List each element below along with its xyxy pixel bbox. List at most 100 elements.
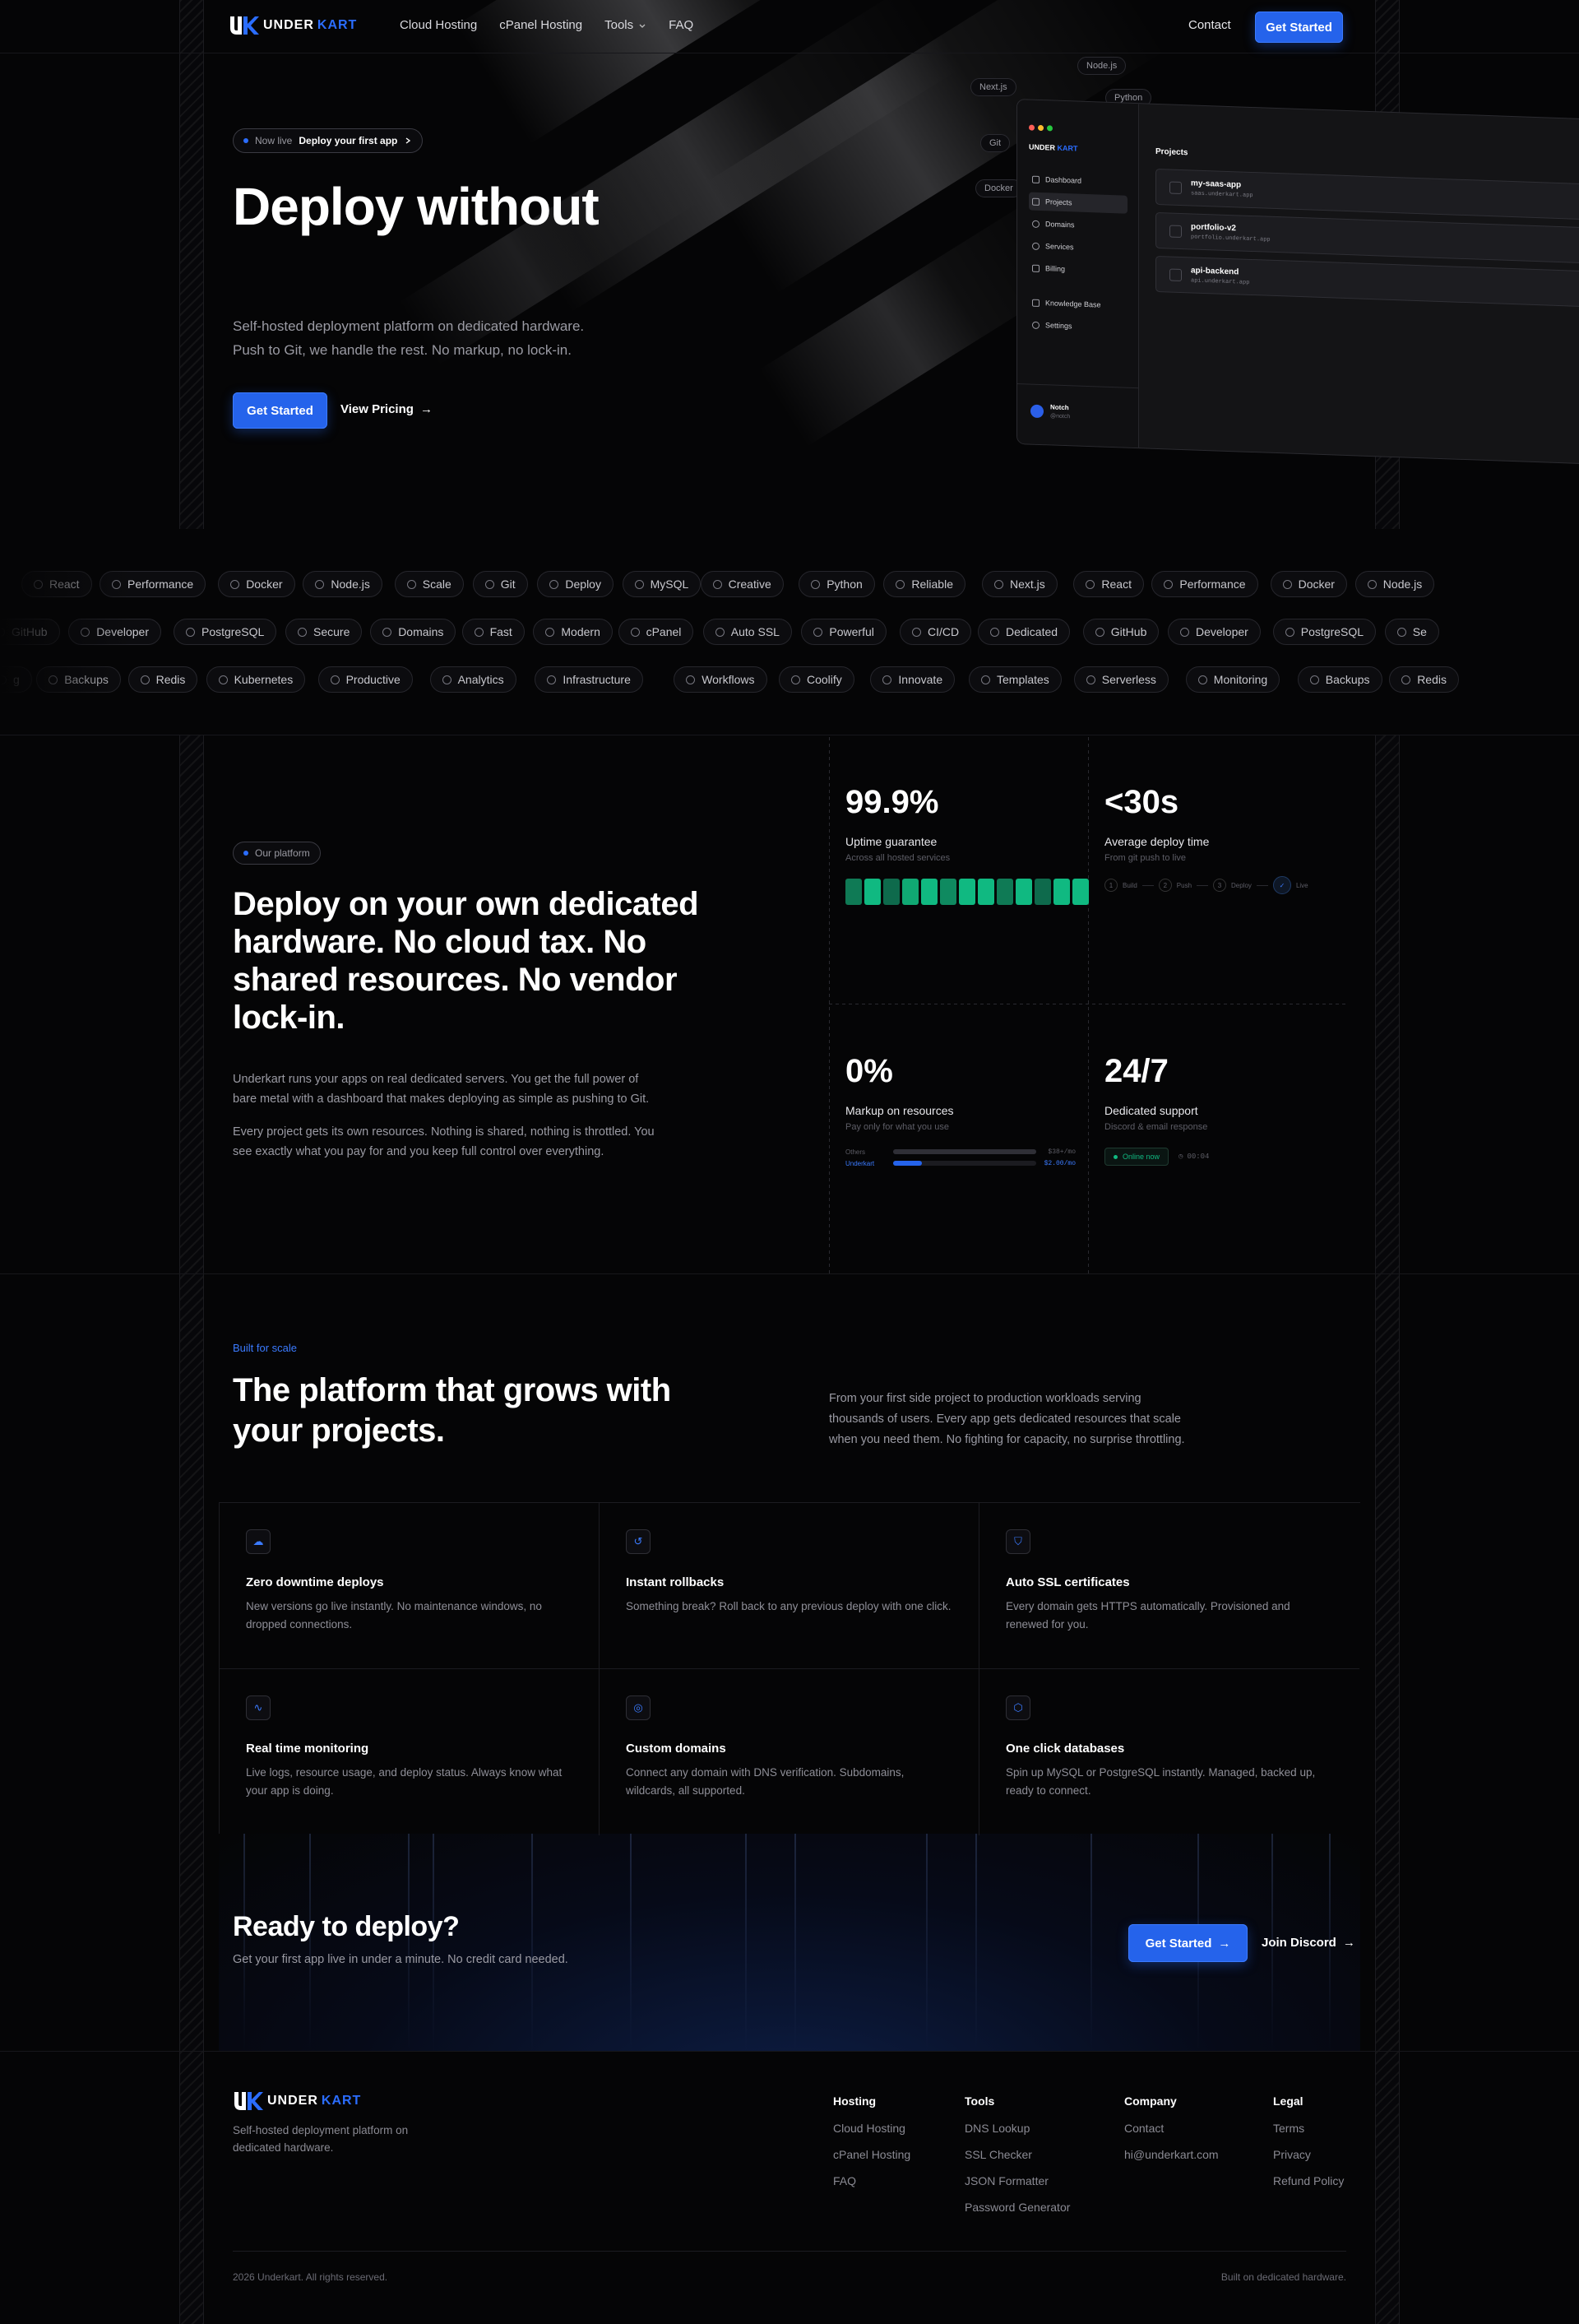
gear-icon bbox=[1032, 321, 1040, 329]
chip-icon bbox=[1180, 627, 1189, 637]
chip-icon bbox=[1086, 579, 1095, 589]
page: { "brand": {"name_part1": "UNDER", "name… bbox=[0, 0, 1579, 2324]
chip-label: Se bbox=[1412, 625, 1427, 638]
platform-para-line: see exactly what you pay for and you kee… bbox=[233, 1145, 604, 1158]
hero-subtitle-line1: Self-hosted deployment platform on dedic… bbox=[233, 318, 585, 334]
chip-icon bbox=[994, 579, 1003, 589]
project-card[interactable]: api-backend api.underkart.app bbox=[1155, 255, 1579, 308]
book-icon bbox=[1032, 299, 1040, 307]
dash-nav-knowledge-base[interactable]: Knowledge Base bbox=[1029, 294, 1128, 315]
chip-icon bbox=[811, 579, 821, 589]
dash-nav-dashboard[interactable]: Dashboard bbox=[1029, 170, 1128, 192]
chip-icon bbox=[882, 675, 892, 684]
chip-label: Node.js bbox=[1382, 578, 1423, 591]
dash-nav-services[interactable]: Services bbox=[1029, 237, 1128, 258]
compare-bar bbox=[893, 1161, 922, 1166]
footer-link[interactable]: DNS Lookup bbox=[965, 2122, 1030, 2135]
chip-icon bbox=[315, 579, 325, 589]
feature-desc: Live logs, resource usage, and deploy st… bbox=[246, 1766, 563, 1797]
dash-nav-domains[interactable]: Domains bbox=[1029, 215, 1128, 236]
footer-logo[interactable]: UNDER KART bbox=[233, 2090, 361, 2112]
tech-chip: Analytics bbox=[429, 666, 516, 693]
dashboard-preview: UNDER KART Dashboard Projects Domains Se… bbox=[1016, 99, 1579, 465]
stat-label: Dedicated support bbox=[1104, 1104, 1198, 1117]
footer-link[interactable]: SSL Checker bbox=[965, 2148, 1032, 2161]
step-label: Live bbox=[1295, 881, 1308, 889]
feature-card: ☁ Zero downtime deploys New versions go li… bbox=[220, 1503, 600, 1669]
marquee-row-3: gBackupsRedisKubernetesProductiveAnalyti… bbox=[0, 666, 1579, 693]
footer-link[interactable]: Terms bbox=[1273, 2122, 1304, 2135]
footer-link[interactable]: Privacy bbox=[1273, 2148, 1311, 2161]
hero-get-started-button[interactable]: Get Started bbox=[233, 392, 327, 429]
stat-sub: Pay only for what you use bbox=[845, 1122, 949, 1132]
scale-desc-line: thousands of users. Every app gets dedic… bbox=[829, 1412, 1181, 1426]
clock-icon: ◷ bbox=[1178, 1153, 1183, 1161]
footer-link[interactable]: Refund Policy bbox=[1273, 2174, 1344, 2187]
nav-cloud-hosting[interactable]: Cloud Hosting bbox=[400, 18, 477, 32]
project-name: api-backend bbox=[1191, 266, 1239, 277]
tech-chip: Deploy bbox=[537, 571, 614, 597]
uptime-bar bbox=[940, 879, 956, 905]
nav-cpanel-hosting[interactable]: cPanel Hosting bbox=[499, 18, 582, 32]
project-card[interactable]: portfolio-v2 portfolio.underkart.app bbox=[1155, 211, 1579, 265]
tech-chip: Dedicated bbox=[978, 619, 1071, 645]
tech-chip: PostgreSQL bbox=[174, 619, 277, 645]
stat-markup: 0% Markup on resources Pay only for what… bbox=[829, 1004, 1087, 1272]
chip-icon bbox=[686, 675, 696, 684]
chip-label: Git bbox=[500, 578, 516, 591]
nav-tools-dropdown[interactable]: Tools bbox=[604, 18, 646, 32]
join-discord-link[interactable]: Join Discord → bbox=[1262, 1936, 1355, 1950]
online-dot bbox=[1114, 1154, 1118, 1159]
cta-get-started-button[interactable]: Get Started → bbox=[1128, 1924, 1248, 1962]
top-navigation: UNDER KART Cloud Hosting cPanel Hosting … bbox=[0, 0, 1579, 53]
dash-nav-label: Domains bbox=[1045, 220, 1075, 230]
footer-link[interactable]: JSON Formatter bbox=[965, 2174, 1049, 2187]
footer-link[interactable]: Contact bbox=[1124, 2122, 1164, 2135]
chip-label: Deploy bbox=[565, 578, 601, 591]
footer-link[interactable]: Cloud Hosting bbox=[833, 2122, 905, 2135]
chip-icon bbox=[1086, 675, 1095, 684]
footer-email-link[interactable]: hi@underkart.com bbox=[1124, 2148, 1219, 2161]
footer-link[interactable]: cPanel Hosting bbox=[833, 2148, 910, 2161]
footer-link[interactable]: Password Generator bbox=[965, 2201, 1070, 2214]
nav-get-started-button[interactable]: Get Started bbox=[1255, 12, 1343, 43]
brand-logo[interactable]: UNDER KART bbox=[229, 15, 357, 36]
chip-label: GitHub bbox=[1110, 625, 1147, 638]
stat-label: Average deploy time bbox=[1104, 835, 1210, 848]
floating-tag-docker: Docker bbox=[975, 179, 1022, 197]
tech-chip: Creative bbox=[700, 571, 784, 597]
chip-icon bbox=[912, 627, 921, 637]
step-number: 2 bbox=[1158, 879, 1172, 892]
support-status: Online now ◷ 00:04 bbox=[1104, 1148, 1209, 1166]
feature-card: ∿ Real time monitoring Live logs, resource… bbox=[220, 1669, 600, 1835]
project-card[interactable]: my-saas-app saas.underkart.app bbox=[1155, 168, 1579, 221]
hero-status-badge[interactable]: Now live Deploy your first app bbox=[233, 128, 424, 153]
step-label: Build bbox=[1123, 881, 1137, 889]
chip-icon bbox=[1164, 579, 1174, 589]
scale-title-line: The platform that grows with bbox=[233, 1372, 671, 1408]
dash-nav-label: Services bbox=[1045, 242, 1074, 252]
feature-card: ↺ Instant rollbacks Something break? Roll … bbox=[600, 1503, 979, 1669]
avatar[interactable] bbox=[1030, 404, 1044, 419]
dash-nav-projects[interactable]: Projects bbox=[1029, 192, 1128, 214]
nav-faq[interactable]: FAQ bbox=[669, 18, 693, 32]
card-icon bbox=[1032, 264, 1040, 272]
chip-label: Auto SSL bbox=[730, 625, 780, 638]
project-icon bbox=[1169, 225, 1182, 239]
chip-label: Innovate bbox=[898, 673, 943, 686]
tech-chip: Scale bbox=[394, 571, 464, 597]
dash-nav-billing[interactable]: Billing bbox=[1029, 259, 1128, 281]
chip-icon bbox=[442, 675, 451, 684]
cta-primary-label: Get Started bbox=[1145, 1936, 1212, 1951]
dash-nav-label: Dashboard bbox=[1045, 175, 1082, 185]
chip-label: Performance bbox=[1179, 578, 1246, 591]
dash-nav-settings[interactable]: Settings bbox=[1029, 316, 1128, 337]
stat-value: 0% bbox=[845, 1053, 893, 1089]
nav-contact-link[interactable]: Contact bbox=[1188, 18, 1231, 32]
view-pricing-link[interactable]: View Pricing → bbox=[340, 402, 433, 416]
footer-link[interactable]: FAQ bbox=[833, 2174, 856, 2187]
chip-icon bbox=[1396, 627, 1406, 637]
chip-icon bbox=[896, 579, 905, 589]
footer-tagline: Self-hosted deployment platform on dedic… bbox=[233, 2122, 408, 2156]
tech-chip: Serverless bbox=[1073, 666, 1169, 693]
